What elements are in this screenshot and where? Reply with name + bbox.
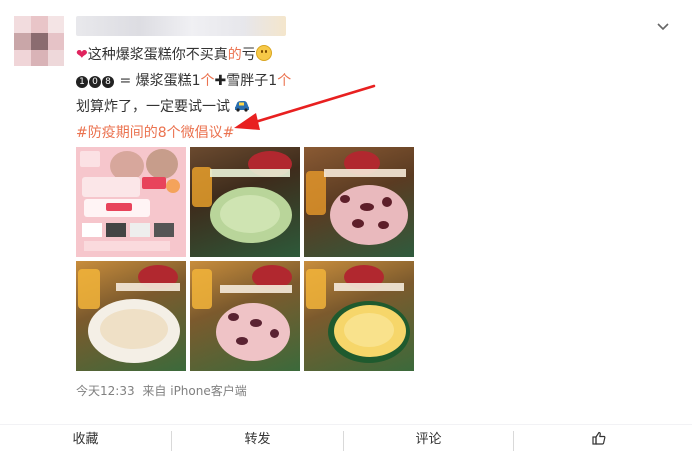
circled-digit-8: 8 [102, 76, 114, 88]
photo-thumb-4[interactable] [76, 261, 186, 371]
chevron-down-icon[interactable] [656, 20, 670, 34]
post-text-1-red: 的 [227, 47, 242, 63]
post-text-3: 划算炸了，一定要试一试 [76, 99, 230, 115]
circled-digit-0: 0 [89, 76, 101, 88]
like-button[interactable] [514, 425, 684, 462]
post-line-1: ❤这种爆浆蛋糕你不买真的亏 [76, 42, 291, 68]
circled-digit-1: 1 [76, 76, 88, 88]
weibo-post: ❤这种爆浆蛋糕你不买真的亏 108 = 爆浆蛋糕1个✚雪胖子1个 划算炸了，一定… [0, 0, 692, 462]
hashtag-link[interactable]: #防疫期间的8个微倡议# [76, 125, 234, 141]
avatar[interactable] [14, 16, 64, 66]
action-bar: 收藏 转发 评论 [0, 424, 692, 462]
red-arrow-annotation [234, 84, 376, 130]
favorite-button[interactable]: 收藏 [0, 425, 171, 462]
smile-emoji-icon [255, 45, 272, 61]
post-time[interactable]: 今天12:33 [76, 384, 135, 398]
post-text-1b: 亏 [241, 47, 256, 63]
thumbs-up-icon [592, 431, 606, 445]
photo-thumb-5[interactable] [190, 261, 300, 371]
post-text-2-unit-a: 个 [200, 73, 215, 89]
post-source[interactable]: 来自 iPhone客户端 [142, 384, 246, 398]
plus-icon: ✚ [214, 73, 227, 89]
repost-button[interactable]: 转发 [172, 425, 343, 462]
photo-grid [76, 147, 414, 371]
photo-thumb-6[interactable] [304, 261, 414, 371]
post-text-2a: = 爆浆蛋糕1 [119, 73, 201, 89]
photo-thumb-3[interactable] [304, 147, 414, 257]
photo-thumb-1[interactable] [76, 147, 186, 257]
post-meta: 今天12:33 来自 iPhone客户端 [76, 382, 247, 399]
username-blurred[interactable] [76, 16, 286, 36]
photo-thumb-2[interactable] [190, 147, 300, 257]
post-text-1a: 这种爆浆蛋糕你不买真 [87, 47, 228, 63]
heart-icon: ❤ [76, 47, 88, 63]
comment-button[interactable]: 评论 [344, 425, 513, 462]
